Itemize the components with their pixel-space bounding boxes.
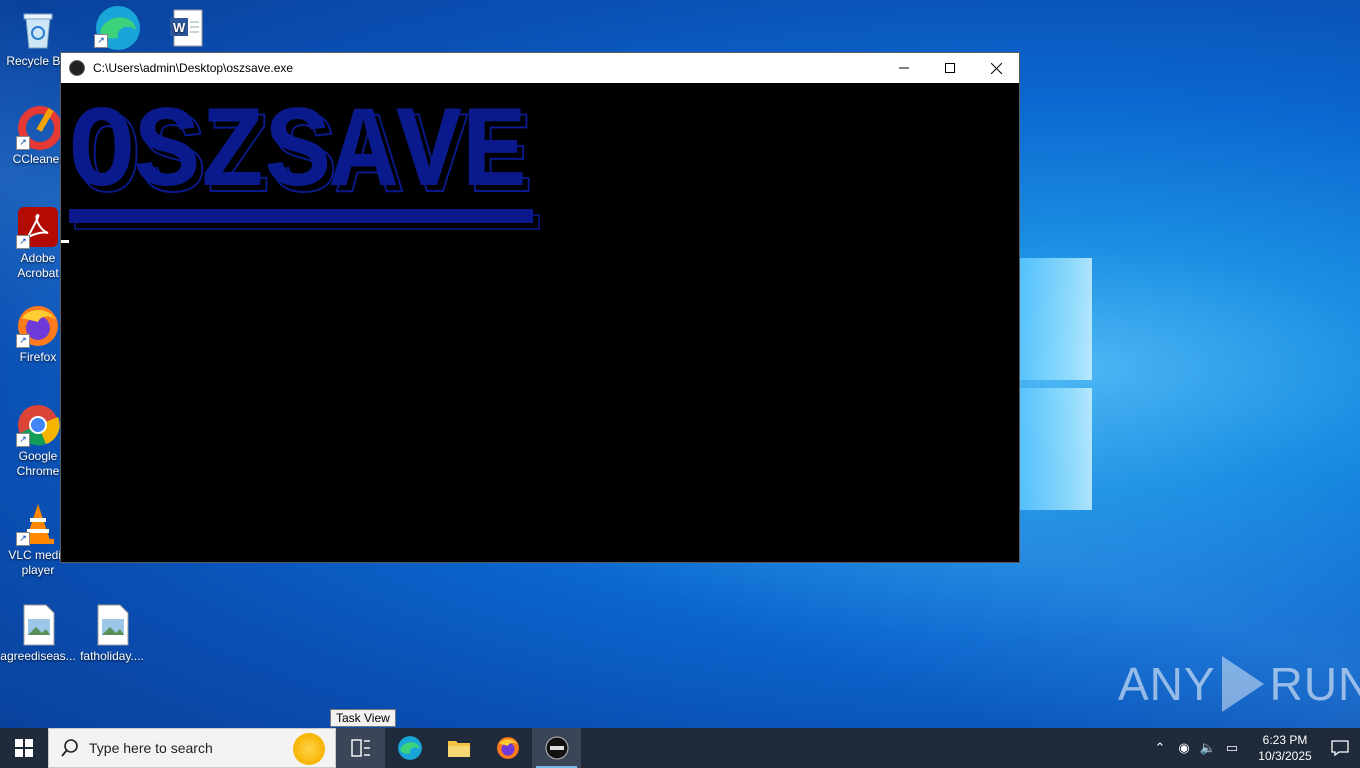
shortcut-arrow-icon: ↗: [16, 334, 30, 348]
taskbar-firefox-button[interactable]: [483, 728, 532, 768]
close-icon: [990, 62, 1002, 74]
ascii-banner: OSZSAVE OSZSAVE: [69, 97, 540, 230]
svg-text:W: W: [173, 20, 186, 35]
desktop-icon-label: agreediseas...: [0, 649, 76, 663]
chrome-icon: ↗: [16, 403, 60, 447]
taskbar-clock[interactable]: 6:23 PM 10/3/2025: [1250, 732, 1320, 764]
vlc-cone-icon: ↗: [16, 502, 60, 546]
anyrun-watermark: ANY RUN: [1118, 656, 1360, 712]
taskbar: Type here to search ⌃ ◉ 🔈 ▭ 6:23 PM 10/3…: [0, 728, 1360, 768]
minimize-icon: [899, 67, 909, 69]
close-button[interactable]: [973, 53, 1019, 83]
network-icon[interactable]: ▭: [1220, 740, 1244, 756]
search-icon: [61, 739, 78, 757]
system-tray: ⌃ ◉ 🔈 ▭ 6:23 PM 10/3/2025: [1148, 728, 1360, 768]
image-file-icon: [16, 603, 60, 647]
meet-now-icon[interactable]: ◉: [1172, 740, 1196, 756]
maximize-button[interactable]: [927, 53, 973, 83]
console-output[interactable]: OSZSAVE OSZSAVE: [61, 83, 1019, 562]
desktop-icon-image-file-2[interactable]: fatholiday....: [74, 603, 150, 664]
shortcut-arrow-icon: ↗: [16, 136, 30, 150]
firefox-icon: ↗: [16, 304, 60, 348]
console-window[interactable]: C:\Users\admin\Desktop\oszsave.exe OSZSA…: [60, 52, 1020, 563]
watermark-left-text: ANY: [1118, 658, 1216, 710]
console-titlebar[interactable]: C:\Users\admin\Desktop\oszsave.exe: [61, 53, 1019, 83]
play-logo-icon: [1221, 656, 1264, 712]
word-document-icon: W: [164, 6, 208, 50]
chevron-up-icon[interactable]: ⌃: [1148, 740, 1172, 756]
desktop-icon-label: fatholiday....: [80, 649, 144, 663]
task-view-tooltip: Task View: [330, 709, 396, 727]
shortcut-arrow-icon: ↗: [16, 433, 30, 447]
shortcut-arrow-icon: ↗: [16, 532, 30, 546]
search-placeholder: Type here to search: [89, 740, 213, 756]
start-button[interactable]: [0, 728, 48, 768]
ascii-banner-text: OSZSAVE: [69, 97, 527, 220]
taskbar-search-box[interactable]: Type here to search: [48, 728, 336, 768]
notification-center-button[interactable]: [1320, 728, 1360, 768]
maximize-icon: [945, 63, 955, 73]
weather-sun-icon[interactable]: [293, 733, 325, 765]
desktop-icon-word-document[interactable]: W: [148, 6, 224, 52]
edge-icon: ↗: [94, 4, 140, 50]
adobe-acrobat-icon: ↗: [16, 205, 60, 249]
oszsave-app-icon: [545, 736, 568, 760]
edge-icon: [397, 736, 422, 760]
shortcut-arrow-icon: ↗: [16, 235, 30, 249]
task-view-button[interactable]: [336, 728, 385, 768]
watermark-right-text: RUN: [1269, 658, 1360, 710]
notification-icon: [1331, 740, 1349, 756]
clock-date: 10/3/2025: [1258, 749, 1312, 763]
firefox-icon: [496, 737, 519, 759]
taskbar-oszsave-button[interactable]: [532, 728, 581, 768]
windows-logo-icon: [15, 739, 33, 757]
shortcut-arrow-icon: ↗: [94, 34, 108, 48]
folder-icon: [447, 741, 470, 757]
desktop-icon-image-file-1[interactable]: agreediseas...: [0, 603, 76, 664]
console-app-icon: [69, 60, 85, 76]
console-title: C:\Users\admin\Desktop\oszsave.exe: [93, 61, 294, 75]
image-file-icon: [90, 603, 134, 647]
text-cursor: [61, 240, 69, 243]
volume-icon[interactable]: 🔈: [1196, 740, 1220, 756]
desktop-icon-edge[interactable]: ↗: [78, 4, 154, 50]
taskbar-file-explorer-button[interactable]: [434, 728, 483, 768]
minimize-button[interactable]: [881, 53, 927, 83]
ccleaner-icon: ↗: [16, 106, 62, 150]
recycle-bin-icon: [16, 8, 60, 52]
ascii-banner-underline: [69, 209, 533, 223]
clock-time: 6:23 PM: [1262, 733, 1308, 747]
task-view-icon: [350, 739, 370, 757]
wallpaper-windows-logo: [1020, 258, 1094, 512]
taskbar-edge-button[interactable]: [385, 728, 434, 768]
